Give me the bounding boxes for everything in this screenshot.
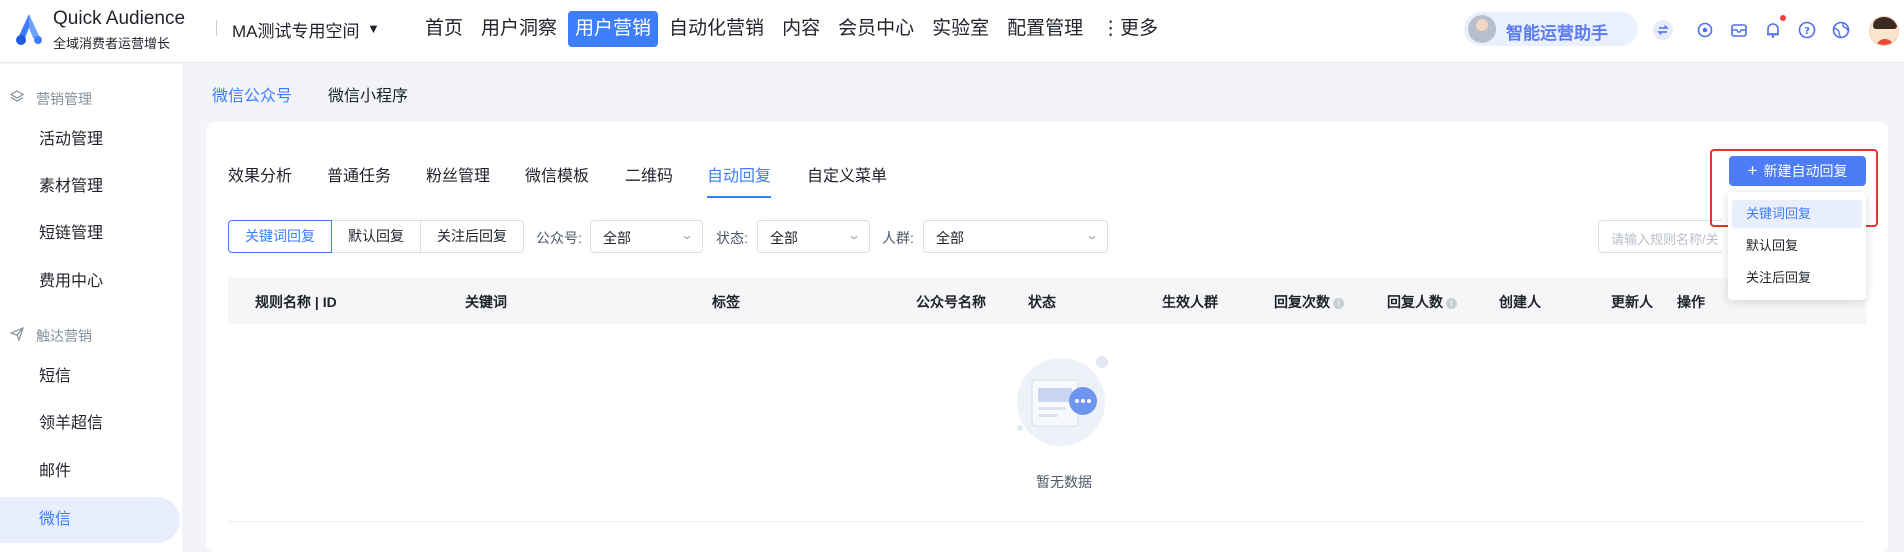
- tab-wechat-mini-program[interactable]: 微信小程序: [328, 82, 408, 106]
- tab-qrcode[interactable]: 二维码: [625, 162, 673, 198]
- assistant-label: 智能运营助手: [1506, 24, 1608, 43]
- column-reply-users-label: 回复人数: [1387, 294, 1443, 310]
- sidebar-group-outreach-marketing: 触达营销: [9, 326, 92, 346]
- plus-icon: +: [1747, 161, 1758, 180]
- svg-text:?: ?: [1804, 26, 1810, 37]
- account-filter-label: 公众号:: [536, 230, 582, 246]
- follow-reply-segment[interactable]: 关注后回复: [420, 220, 524, 253]
- top-bar: Quick Audience 全域消费者运营增长 MA测试专用空间 ▼ 首页 用…: [0, 0, 1904, 63]
- tab-effect-analysis[interactable]: 效果分析: [228, 162, 292, 198]
- column-creator: 创建人: [1499, 294, 1541, 310]
- menu-item-keyword-reply[interactable]: 关键词回复: [1732, 200, 1862, 228]
- send-icon: [9, 326, 28, 344]
- nav-item-more[interactable]: ⋮更多: [1094, 11, 1165, 47]
- settings-icon[interactable]: [1694, 19, 1716, 41]
- status-filter-label: 状态:: [716, 230, 748, 246]
- column-reply-count: 回复次数 i: [1274, 292, 1344, 312]
- column-keyword: 关键词: [465, 294, 507, 310]
- main-card: 效果分析 普通任务 粉丝管理 微信模板 二维码 自动回复 自定义菜单 关键词回复…: [206, 122, 1888, 552]
- nav-item-automation[interactable]: 自动化营销: [662, 11, 771, 47]
- workspace-divider: [216, 20, 217, 36]
- new-auto-reply-button[interactable]: + 新建自动回复: [1729, 156, 1866, 186]
- user-avatar[interactable]: [1869, 16, 1899, 46]
- table-header: 规则名称 | ID 关键词 标签 公众号名称 状态 生效人群 回复次数 i 回复人…: [228, 278, 1866, 324]
- notification-dot: [1780, 15, 1786, 21]
- sidebar-item-lingyang-supermsg[interactable]: 领羊超信: [0, 401, 180, 447]
- nav-item-content[interactable]: 内容: [775, 11, 827, 47]
- chevron-down-icon: ⌄: [846, 228, 862, 242]
- audience-select-value: 全部: [936, 230, 964, 246]
- keyword-reply-segment[interactable]: 关键词回复: [228, 220, 332, 253]
- status-select[interactable]: 全部 ⌄: [757, 220, 870, 253]
- tab-normal-task[interactable]: 普通任务: [327, 162, 391, 198]
- sidebar-item-cost-center[interactable]: 费用中心: [0, 259, 180, 305]
- sidebar-group-label: 营销管理: [36, 91, 92, 107]
- workspace-selector[interactable]: MA测试专用空间: [232, 17, 360, 42]
- caret-down-icon[interactable]: ▼: [367, 21, 380, 36]
- nav-item-config[interactable]: 配置管理: [1000, 11, 1090, 47]
- main-nav: 首页 用户洞察 用户营销 自动化营销 内容 会员中心 实验室 配置管理 ⋮更多: [418, 11, 1169, 47]
- column-effective-audience: 生效人群: [1162, 294, 1218, 310]
- tab-custom-menu[interactable]: 自定义菜单: [807, 162, 887, 198]
- rule-search-input[interactable]: 请输入规则名称/关: [1598, 220, 1722, 253]
- column-status: 状态: [1028, 294, 1056, 310]
- info-icon[interactable]: i: [1333, 298, 1344, 309]
- wechat-subnav: 微信公众号 微信小程序: [183, 64, 1904, 122]
- help-icon[interactable]: ?: [1796, 19, 1818, 41]
- table-bottom-border: [228, 521, 1866, 522]
- bell-icon[interactable]: [1762, 19, 1784, 41]
- column-updater: 更新人: [1611, 294, 1653, 310]
- sidebar-item-email[interactable]: 邮件: [0, 449, 180, 495]
- column-tag: 标签: [712, 294, 740, 310]
- layers-icon: [9, 90, 28, 107]
- chevron-down-icon: ⌄: [1084, 228, 1100, 242]
- account-select[interactable]: 全部 ⌄: [590, 220, 703, 253]
- column-reply-users: 回复人数 i: [1387, 292, 1457, 312]
- sidebar-item-shortlink[interactable]: 短链管理: [0, 211, 180, 257]
- chevron-down-icon: ⌄: [679, 228, 695, 242]
- empty-state-text: 暂无数据: [1036, 474, 1092, 490]
- brand-subtitle: 全域消费者运营增长: [53, 36, 171, 51]
- tab-fans-management[interactable]: 粉丝管理: [426, 162, 490, 198]
- sidebar-item-wechat[interactable]: 微信: [0, 497, 180, 543]
- inbox-icon[interactable]: [1728, 19, 1750, 41]
- nav-item-user-insight[interactable]: 用户洞察: [474, 11, 564, 47]
- tab-auto-reply[interactable]: 自动回复: [707, 162, 772, 198]
- sidebar-item-activity[interactable]: 活动管理: [0, 117, 180, 163]
- quick-audience-logo[interactable]: [12, 12, 46, 46]
- switch-icon[interactable]: [1652, 19, 1674, 41]
- brand-name: Quick Audience: [53, 8, 186, 29]
- column-account-name: 公众号名称: [916, 294, 986, 310]
- nav-item-member-center[interactable]: 会员中心: [831, 11, 921, 47]
- empty-data-illustration: [1017, 356, 1108, 446]
- nav-item-lab[interactable]: 实验室: [925, 11, 996, 47]
- sidebar-item-sms[interactable]: 短信: [0, 354, 180, 400]
- column-actions: 操作: [1677, 294, 1705, 310]
- default-reply-segment[interactable]: 默认回复: [331, 220, 421, 253]
- assistant-avatar: [1468, 15, 1496, 43]
- new-auto-reply-label: 新建自动回复: [1763, 163, 1848, 179]
- tab-wechat-official-account[interactable]: 微信公众号: [212, 82, 292, 106]
- account-select-value: 全部: [603, 230, 631, 246]
- info-icon[interactable]: i: [1446, 298, 1457, 309]
- globe-icon[interactable]: [1830, 19, 1852, 41]
- reply-type-segmented: 关键词回复 默认回复 关注后回复: [228, 220, 524, 253]
- status-select-value: 全部: [770, 230, 798, 246]
- column-reply-count-label: 回复次数: [1274, 294, 1330, 310]
- audience-select[interactable]: 全部 ⌄: [923, 220, 1108, 253]
- sidebar: 营销管理 活动管理 素材管理 短链管理 费用中心 触达营销 短信 领羊超信 邮件…: [0, 64, 182, 552]
- audience-filter-label: 人群:: [882, 230, 914, 246]
- sidebar-item-material[interactable]: 素材管理: [0, 164, 180, 210]
- tab-wechat-template[interactable]: 微信模板: [525, 162, 589, 198]
- new-auto-reply-menu: 关键词回复 默认回复 关注后回复: [1728, 192, 1866, 300]
- sidebar-group-label: 触达营销: [36, 328, 92, 344]
- nav-item-user-marketing[interactable]: 用户营销: [568, 11, 659, 47]
- menu-item-default-reply[interactable]: 默认回复: [1732, 232, 1862, 260]
- column-rule-name-id: 规则名称 | ID: [255, 294, 337, 310]
- nav-item-home[interactable]: 首页: [418, 11, 470, 47]
- sidebar-group-marketing-management: 营销管理: [9, 89, 92, 109]
- ai-assistant-button[interactable]: 智能运营助手: [1464, 12, 1638, 46]
- menu-item-follow-reply[interactable]: 关注后回复: [1732, 264, 1862, 292]
